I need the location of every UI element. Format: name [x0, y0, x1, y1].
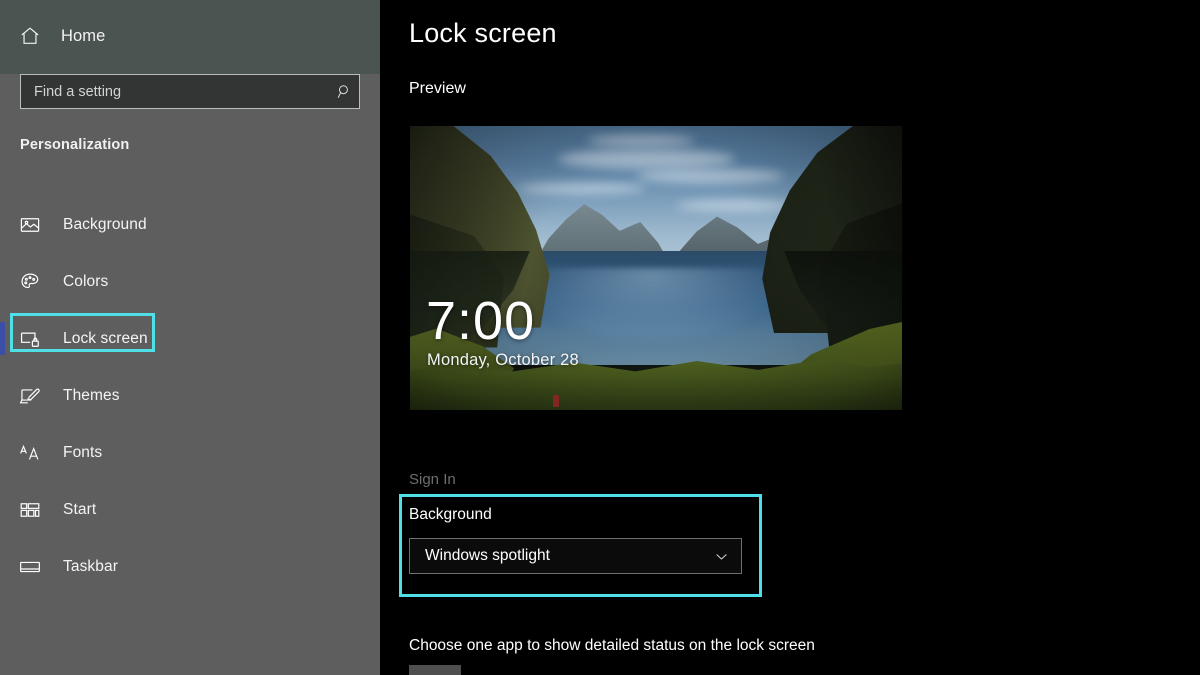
preview-clock-time: 7:00	[426, 294, 535, 348]
sidebar-item-label: Themes	[63, 387, 120, 405]
sidebar-home-row[interactable]: Home	[0, 18, 380, 54]
search-icon[interactable]	[329, 75, 359, 108]
home-icon	[19, 25, 41, 47]
sidebar-item-background[interactable]: Background	[0, 196, 380, 253]
home-label: Home	[61, 27, 105, 46]
taskbar-icon	[18, 555, 42, 579]
sidebar-nav-list: Background Colors	[0, 196, 380, 595]
sidebar-item-themes[interactable]: Themes	[0, 367, 380, 424]
sidebar-category-title: Personalization	[20, 137, 129, 153]
search-input[interactable]	[21, 75, 329, 108]
settings-sidebar: Home Personalization	[0, 0, 380, 675]
page-title: Lock screen	[409, 18, 557, 49]
background-dropdown[interactable]: Windows spotlight	[409, 538, 742, 574]
sidebar-item-label: Taskbar	[63, 558, 118, 576]
sidebar-item-label: Colors	[63, 273, 108, 291]
sidebar-item-label: Lock screen	[63, 330, 148, 348]
start-tiles-icon	[18, 498, 42, 522]
picture-icon	[18, 213, 42, 237]
lock-screen-preview-image[interactable]: 7:00 Monday, October 28	[410, 126, 902, 410]
preview-clock-date: Monday, October 28	[427, 351, 579, 370]
detailed-status-description: Choose one app to show detailed status o…	[409, 637, 815, 655]
sidebar-item-taskbar[interactable]: Taskbar	[0, 538, 380, 595]
settings-main-panel: Lock screen Preview	[380, 0, 1200, 675]
fonts-icon	[18, 441, 42, 465]
detailed-status-app-tile[interactable]	[409, 665, 461, 675]
sidebar-item-label: Fonts	[63, 444, 102, 462]
sidebar-item-colors[interactable]: Colors	[0, 253, 380, 310]
sidebar-item-lock-screen[interactable]: Lock screen	[0, 310, 380, 367]
preview-section-label: Preview	[409, 80, 466, 98]
sidebar-item-label: Start	[63, 501, 96, 519]
selection-indicator	[0, 322, 5, 355]
background-dropdown-value: Windows spotlight	[410, 547, 701, 565]
search-box[interactable]	[20, 74, 360, 109]
sidebar-item-label: Background	[63, 216, 147, 234]
lock-screen-icon	[18, 327, 42, 351]
sidebar-item-fonts[interactable]: Fonts	[0, 424, 380, 481]
chevron-down-icon[interactable]	[701, 548, 741, 565]
sidebar-item-start[interactable]: Start	[0, 481, 380, 538]
settings-window: Home Personalization	[0, 0, 1200, 675]
palette-icon	[18, 270, 42, 294]
brush-icon	[18, 384, 42, 408]
sign-in-section-label: Sign In	[409, 471, 456, 488]
